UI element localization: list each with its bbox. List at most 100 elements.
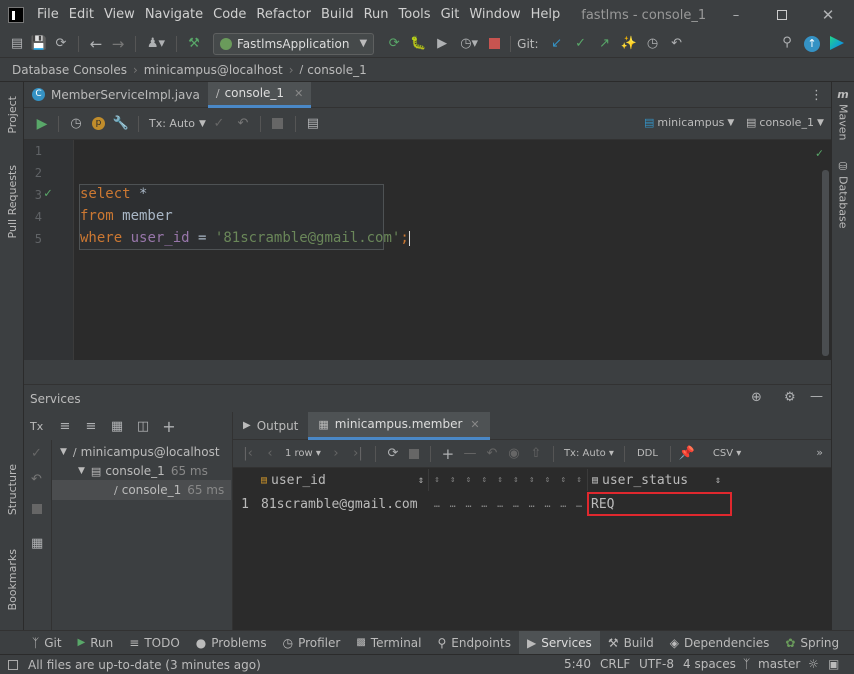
cell-user-status[interactable]: REQ [587, 492, 732, 516]
menu-window[interactable]: Window [464, 0, 525, 30]
hide-panel-icon[interactable]: — [810, 389, 823, 404]
commit-icon[interactable]: ✓ [206, 116, 232, 131]
tool-endpoints[interactable]: ⚲ Endpoints [430, 631, 519, 655]
last-page-icon[interactable]: ›| [347, 446, 369, 461]
maximize-icon[interactable] [772, 6, 792, 24]
menu-file[interactable]: File [32, 0, 64, 30]
menu-git[interactable]: Git [436, 0, 465, 30]
memory-icon[interactable]: ▣ [828, 657, 839, 671]
git-branch[interactable]: master [758, 657, 800, 671]
breadcrumb-item[interactable]: minicampus@localhost [144, 63, 283, 77]
expand-all-icon[interactable]: ≡ [52, 419, 78, 434]
tool-git[interactable]: ᛉ Git [24, 631, 70, 655]
project-tool-button[interactable]: Project [4, 90, 20, 140]
cancel-icon[interactable] [267, 118, 289, 129]
tab-console-1[interactable]: ∕ console_1 ✕ [207, 81, 312, 108]
update-icon[interactable]: ↑ [804, 36, 820, 52]
table-row[interactable]: 1 81scramble@gmail.com ………………………… REQ [233, 492, 832, 516]
add-icon[interactable]: + [156, 417, 182, 436]
submit-icon[interactable]: ⇧ [525, 446, 547, 461]
tree-node-console[interactable]: ∕ console_1 65 ms [52, 480, 231, 500]
git-merge-icon[interactable]: ✨ [617, 36, 641, 51]
pin-icon[interactable]: 📌 [677, 446, 697, 461]
save-icon[interactable]: 💾 [28, 36, 50, 51]
rollback-icon[interactable]: ↶ [665, 36, 689, 51]
tab-result-table[interactable]: ▦ minicampus.member ✕ [308, 411, 490, 440]
tool-todo[interactable]: ≡ TODO [121, 631, 188, 655]
execute-icon[interactable]: ▶ [32, 116, 52, 132]
editor-scrollbar[interactable] [822, 170, 829, 356]
minimize-icon[interactable]: – [726, 6, 746, 24]
status-icon[interactable] [8, 659, 18, 670]
tree-node-datasource[interactable]: ▼ ∕ minicampus@localhost [60, 442, 220, 462]
rollback-icon[interactable]: ↶ [232, 116, 254, 131]
history-icon[interactable]: ◷ [641, 36, 665, 51]
tool-build[interactable]: ⚒ Build [600, 631, 662, 655]
table-view-icon[interactable]: ▤ [302, 116, 324, 131]
git-push-icon[interactable]: ↗ [593, 36, 617, 51]
column-header-user-status[interactable]: ▤ user_status ⇕ [587, 469, 727, 491]
breadcrumb-item[interactable]: Database Consoles [12, 63, 127, 77]
reload-icon[interactable]: ⟳ [382, 446, 404, 461]
row-count-select[interactable]: 1 row ▾ [285, 448, 321, 459]
database-tool-button[interactable]: ⛁ Database [835, 160, 851, 230]
schema-select[interactable]: ▤ console_1 ▼ [746, 116, 824, 129]
back-arrow-icon[interactable]: ← [85, 35, 107, 53]
status-message[interactable]: All files are up-to-date (3 minutes ago) [28, 658, 261, 672]
add-row-icon[interactable]: + [437, 445, 459, 463]
tx-icon[interactable]: Tx [30, 420, 52, 433]
menu-run[interactable]: Run [359, 0, 394, 30]
indent-setting[interactable]: 4 spaces [683, 657, 736, 671]
rollback-icon[interactable]: ↶ [31, 472, 42, 487]
menu-refactor[interactable]: Refactor [251, 0, 316, 30]
line-separator[interactable]: CRLF [600, 657, 630, 671]
layout-icon[interactable]: ▦ [31, 536, 43, 551]
search-icon[interactable]: ⚲ [778, 35, 796, 50]
profiler-icon[interactable]: ◷▾ [454, 36, 484, 51]
cell-user-id[interactable]: 81scramble@gmail.com [257, 497, 429, 512]
add-service-icon[interactable]: ⊕ [751, 390, 762, 405]
menu-view[interactable]: View [99, 0, 140, 30]
more-icon[interactable]: » [816, 446, 823, 459]
close-tab-icon[interactable]: ✕ [294, 87, 303, 100]
close-icon[interactable]: ✕ [818, 6, 838, 24]
explain-plan-icon[interactable]: p [92, 117, 105, 130]
remove-row-icon[interactable]: — [459, 446, 481, 461]
notifications-icon[interactable]: ☼ [808, 657, 819, 671]
history-icon[interactable]: ◷ [65, 116, 87, 131]
tool-terminal[interactable]: ▩ Terminal [348, 631, 429, 655]
file-encoding[interactable]: UTF-8 [639, 657, 674, 671]
commit-icon[interactable]: ✓ [31, 446, 42, 461]
tx-mode-select[interactable]: Tx: Auto [149, 117, 195, 130]
stop-icon[interactable] [32, 504, 42, 514]
refresh-icon[interactable]: ⟳ [50, 36, 72, 51]
settings-wrench-icon[interactable]: 🔧 [110, 116, 132, 131]
next-page-icon[interactable]: › [325, 446, 347, 461]
tool-dependencies[interactable]: ◈ Dependencies [662, 631, 778, 655]
menu-tools[interactable]: Tools [394, 0, 436, 30]
coverage-icon[interactable]: ▶ [430, 36, 454, 51]
menu-code[interactable]: Code [208, 0, 251, 30]
first-page-icon[interactable]: |‹ [237, 446, 259, 461]
pull-requests-tool-button[interactable]: Pull Requests [4, 162, 20, 242]
tool-services[interactable]: ▶ Services [518, 630, 600, 655]
datasource-select[interactable]: ▤ minicampus ▼ [644, 116, 734, 129]
settings-gear-icon[interactable]: ⚙ [784, 390, 796, 405]
build-hammer-icon[interactable]: ⚒ [183, 36, 205, 51]
bookmarks-tool-button[interactable]: Bookmarks [4, 542, 20, 618]
group-icon[interactable]: ▦ [104, 419, 130, 434]
maven-tool-button[interactable]: m Maven [835, 88, 851, 144]
sql-editor[interactable]: 1 2 3 4 5 ✓ select * from member where u… [24, 140, 831, 360]
previous-page-icon[interactable]: ‹ [259, 446, 281, 461]
open-folder-icon[interactable]: ▤ [6, 36, 28, 51]
plugin-icon[interactable] [830, 36, 844, 50]
tool-spring[interactable]: ✿ Spring [777, 631, 847, 655]
menu-build[interactable]: Build [316, 0, 359, 30]
close-tab-icon[interactable]: ✕ [470, 418, 479, 431]
menu-help[interactable]: Help [526, 0, 566, 30]
stop-icon[interactable] [484, 38, 504, 49]
breadcrumb-item[interactable]: console_1 [307, 63, 367, 77]
menu-edit[interactable]: Edit [64, 0, 99, 30]
tree-node-session[interactable]: ▼ ▤ console_1 65 ms [78, 461, 208, 481]
tab-output[interactable]: ▶ Output [233, 412, 308, 440]
